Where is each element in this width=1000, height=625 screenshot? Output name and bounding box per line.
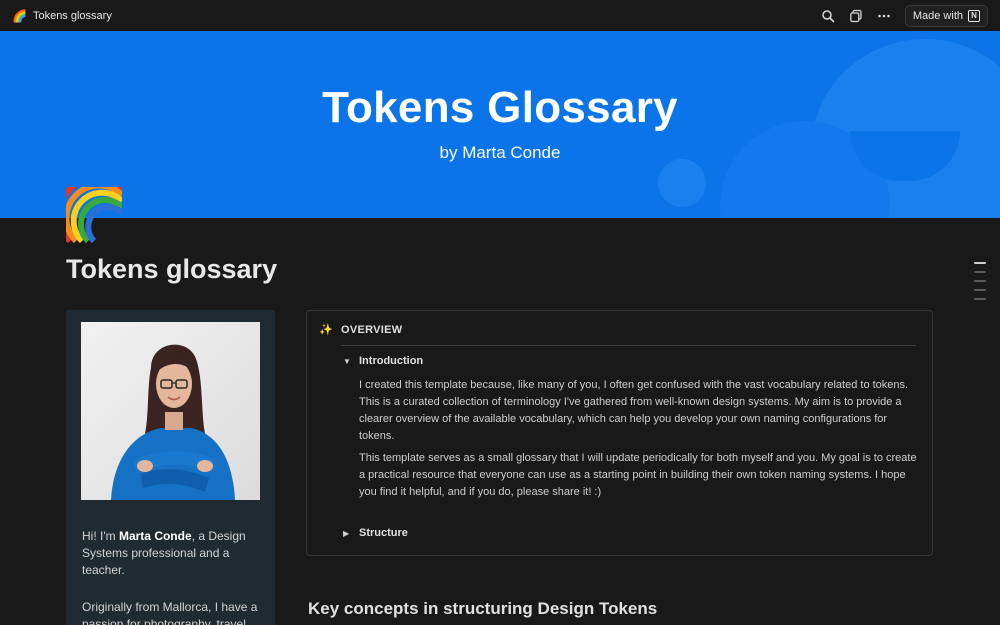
- made-with-notion-button[interactable]: Made with N: [904, 4, 988, 27]
- paragraph: This template serves as a small glossary…: [359, 452, 917, 498]
- toggle-structure[interactable]: ▶ Structure: [343, 527, 408, 539]
- duplicate-icon[interactable]: [849, 9, 863, 23]
- author-profile-card: Hi! I'm Marta Conde, a Design Systems pr…: [66, 310, 275, 625]
- page-title: Tokens glossary: [66, 254, 278, 284]
- outline-marker[interactable]: [974, 262, 986, 264]
- author-name: Marta Conde: [118, 529, 192, 543]
- overview-heading: ✨ OVERVIEW: [319, 323, 403, 337]
- search-icon[interactable]: [821, 9, 835, 23]
- divider: [341, 345, 916, 346]
- cover-subtitle: by Marta Conde: [439, 143, 561, 162]
- notion-logo-icon: N: [968, 9, 980, 22]
- breadcrumb[interactable]: 🌈 Tokens glossary: [12, 10, 112, 22]
- breadcrumb-page-name: Tokens glossary: [32, 9, 112, 22]
- top-bar: 🌈 Tokens glossary Made with N: [0, 0, 1000, 31]
- section-heading: Key concepts in structuring Design Token…: [308, 599, 658, 618]
- top-actions: Made with N: [821, 4, 988, 27]
- author-bio: Hi! I'm Marta Conde, a Design Systems pr…: [82, 528, 264, 625]
- rainbow-icon[interactable]: [56, 175, 125, 244]
- bio-paragraph: Originally from Mallorca, I have a passi…: [82, 600, 258, 625]
- cover-decoration: [658, 159, 706, 207]
- bio-greeting: Hi! I'm: [82, 529, 119, 543]
- toggle-collapsed-icon[interactable]: ▶: [343, 529, 351, 538]
- bio-paragraph: Hi! I'm Marta Conde, a Design Systems pr…: [82, 528, 264, 579]
- toggle-label: Introduction: [359, 355, 424, 367]
- paragraph: I created this template because, like ma…: [359, 379, 909, 442]
- page-cover: Tokens Glossary by Marta Conde: [0, 31, 1000, 218]
- toggle-introduction[interactable]: ▼ Introduction: [343, 355, 423, 367]
- table-of-contents-outline[interactable]: [974, 262, 986, 300]
- toggle-label: Structure: [359, 527, 408, 539]
- made-with-label: Made with: [912, 9, 963, 22]
- cover-title: Tokens Glossary: [322, 83, 678, 132]
- sparkles-icon: ✨: [319, 324, 333, 336]
- introduction-content: I created this template because, like ma…: [359, 377, 919, 506]
- overview-callout: ✨ OVERVIEW ▼ Introduction I created this…: [306, 310, 933, 556]
- outline-marker[interactable]: [974, 298, 986, 300]
- toggle-expanded-icon[interactable]: ▼: [343, 357, 351, 366]
- outline-marker[interactable]: [974, 280, 986, 282]
- outline-marker[interactable]: [974, 289, 986, 291]
- outline-marker[interactable]: [974, 271, 986, 273]
- overview-heading-label: OVERVIEW: [341, 323, 403, 336]
- page-emoji-icon: 🌈: [12, 8, 27, 23]
- more-icon[interactable]: [877, 9, 891, 23]
- portrait-photo: [81, 322, 260, 500]
